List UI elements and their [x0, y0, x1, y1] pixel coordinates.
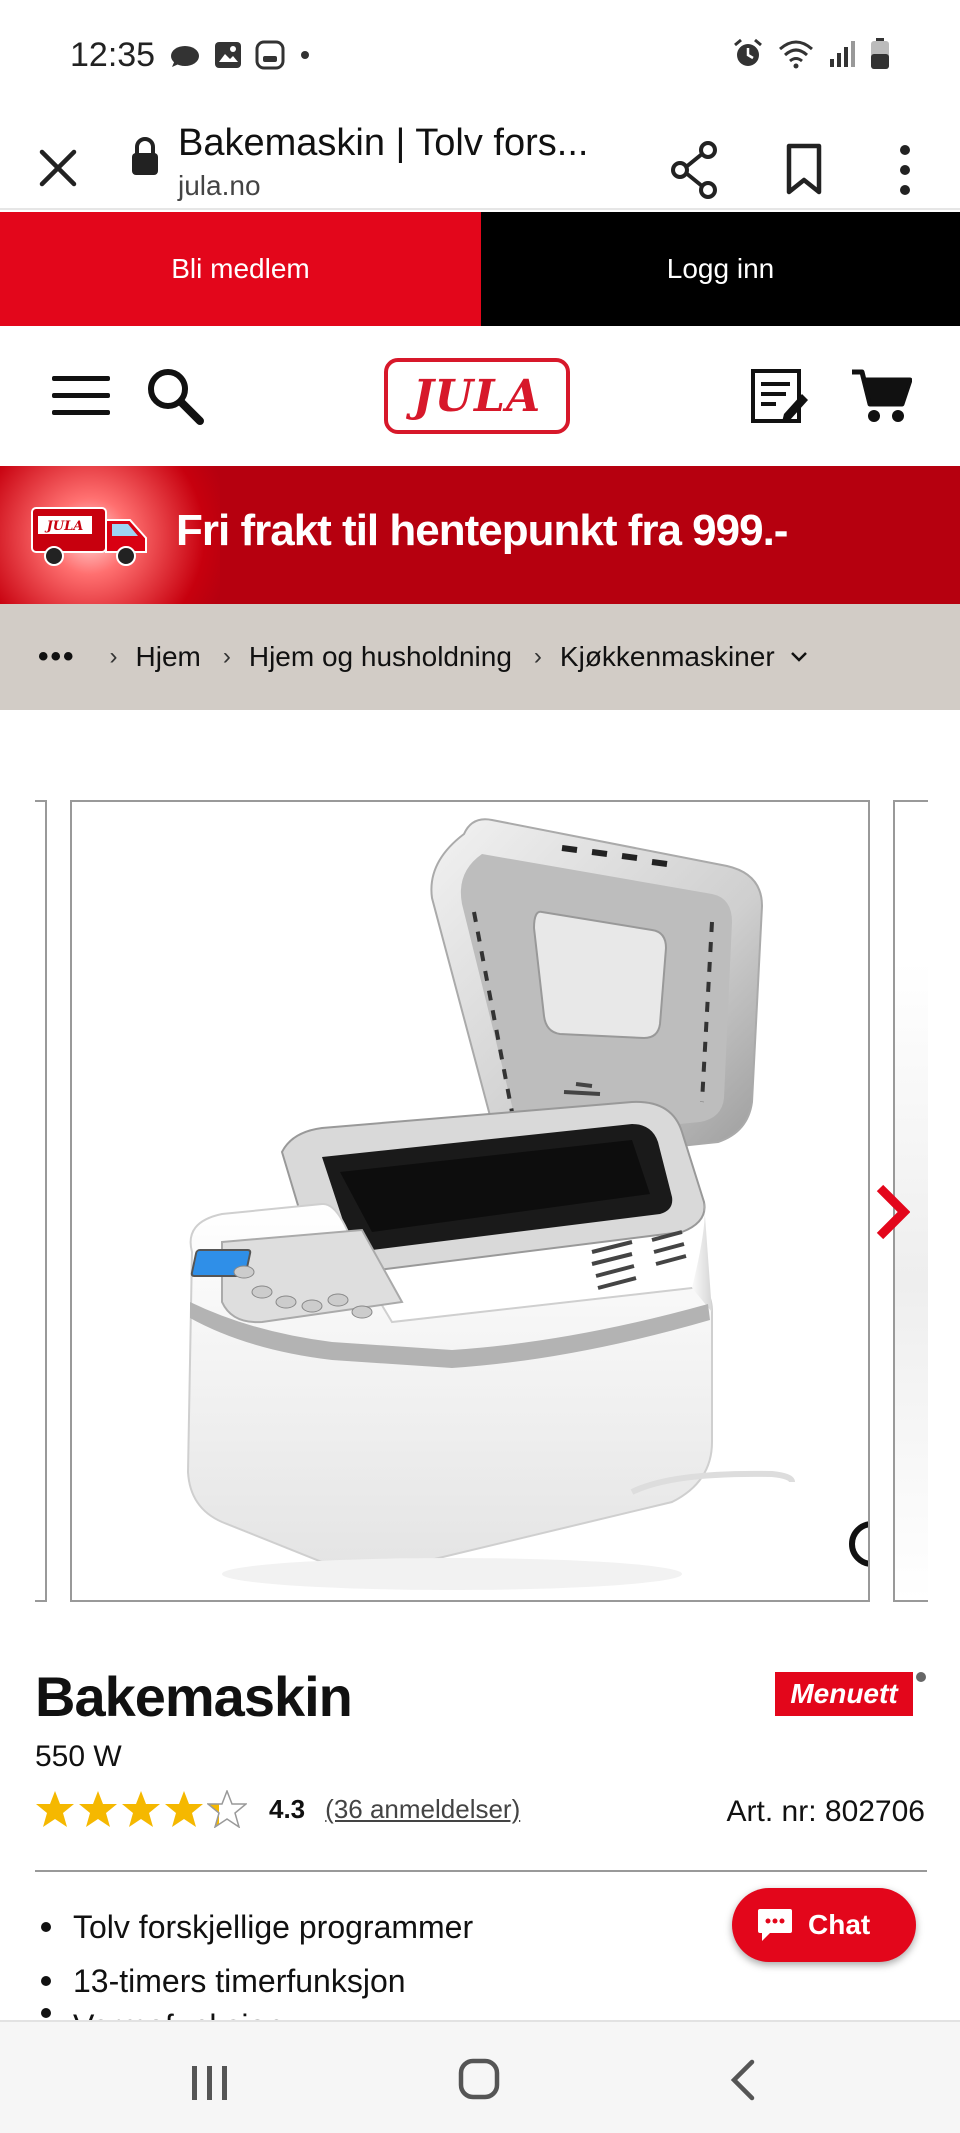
star-rating[interactable] — [35, 1790, 247, 1828]
search-icon[interactable] — [145, 366, 205, 426]
close-tab-icon[interactable] — [36, 146, 80, 190]
home-icon[interactable] — [458, 2058, 500, 2100]
product-name: Bakemaskin — [35, 1665, 353, 1728]
feature-item: Tolv forskjellige programmer — [35, 1900, 473, 1954]
star-icon — [122, 1791, 160, 1827]
truck-logo-text: JULA — [44, 519, 84, 534]
breadcrumb: ••• › Hjem › Hjem og husholdning › Kjøkk… — [0, 604, 960, 710]
lock-icon — [132, 137, 158, 175]
zoom-icon[interactable] — [846, 1518, 870, 1584]
chevron-right-icon: › — [533, 643, 542, 670]
star-icon — [36, 1791, 74, 1827]
bookmark-icon[interactable] — [785, 142, 825, 198]
back-icon[interactable] — [728, 2058, 758, 2102]
chevron-right-icon: › — [222, 643, 231, 670]
login-button[interactable]: Logg inn — [481, 212, 960, 326]
member-bar: Bli medlem Logg inn — [0, 212, 960, 326]
breadcrumb-kitchen-machines[interactable]: Kjøkkenmaskiner — [560, 641, 775, 673]
previous-image-edge[interactable] — [35, 800, 47, 1602]
jula-logo[interactable]: JULA — [384, 358, 570, 434]
divider — [35, 1870, 927, 1872]
status-time: 12:35 — [70, 35, 156, 74]
url-text[interactable]: jula.no — [178, 170, 261, 202]
product-power: 550 W — [35, 1740, 122, 1773]
site-header: JULA — [0, 326, 960, 466]
product-rating: 4.3 (36 anmeldelser) — [35, 1790, 520, 1828]
reviews-link[interactable]: (36 anmeldelser) — [325, 1794, 520, 1825]
app-icon — [255, 40, 285, 70]
browser-toolbar: Bakemaskin | Tolv fors... jula.no — [0, 110, 960, 210]
banner-text: Fri frakt til hentepunkt fra 999.- — [176, 506, 788, 555]
cloud-icon — [171, 46, 200, 67]
logo-text: JULA — [412, 370, 542, 422]
feature-list: Tolv forskjellige programmer 13-timers t… — [35, 1900, 473, 2039]
product-image[interactable] — [70, 800, 870, 1602]
status-bar: 12:35 — [0, 0, 960, 110]
brand-logo[interactable]: Menuett — [775, 1672, 913, 1716]
delivery-truck-icon: JULA — [31, 507, 147, 566]
breadcrumb-more[interactable]: ••• — [38, 640, 76, 674]
breadcrumb-home-household[interactable]: Hjem og husholdning — [249, 641, 512, 673]
system-icons — [732, 38, 890, 70]
star-outline-icon — [207, 1790, 247, 1828]
chat-button[interactable]: Chat — [732, 1888, 916, 1962]
rating-value: 4.3 — [269, 1793, 306, 1824]
page-title: Bakemaskin | Tolv fors... — [178, 122, 589, 164]
menu-icon[interactable] — [52, 374, 110, 418]
shopping-list-icon[interactable] — [750, 366, 810, 426]
battery-icon — [871, 38, 889, 69]
alarm-icon — [734, 38, 762, 66]
wifi-icon — [779, 40, 813, 69]
chevron-right-icon: › — [109, 643, 118, 670]
feature-item: 13-timers timerfunksjon — [35, 1954, 473, 2008]
chat-label: Chat — [808, 1909, 871, 1940]
article-number: Art. nr: 802706 — [726, 1795, 925, 1828]
join-member-button[interactable]: Bli medlem — [0, 212, 481, 326]
promo-banner[interactable]: JULA Fri frakt til hentepunkt fra 999.- — [0, 466, 960, 604]
star-icon — [165, 1791, 203, 1827]
star-icon — [79, 1791, 117, 1827]
image-icon — [215, 42, 242, 68]
product-gallery — [0, 800, 960, 1602]
registered-mark — [916, 1672, 926, 1682]
chevron-down-icon[interactable] — [789, 650, 809, 664]
more-options-icon[interactable] — [890, 142, 920, 198]
breadcrumb-home[interactable]: Hjem — [136, 641, 201, 673]
chat-bubble-icon — [758, 1909, 792, 1941]
more-notifications-dot — [301, 51, 310, 59]
signal-icon — [830, 41, 855, 67]
recent-apps-icon[interactable] — [190, 2064, 230, 2102]
share-icon[interactable] — [670, 140, 720, 200]
chevron-right-next-icon[interactable] — [874, 1184, 910, 1240]
bread-machine-image — [186, 818, 795, 1590]
cart-icon[interactable] — [850, 366, 912, 426]
system-nav-bar — [0, 2020, 960, 2133]
notification-icons — [169, 40, 285, 70]
